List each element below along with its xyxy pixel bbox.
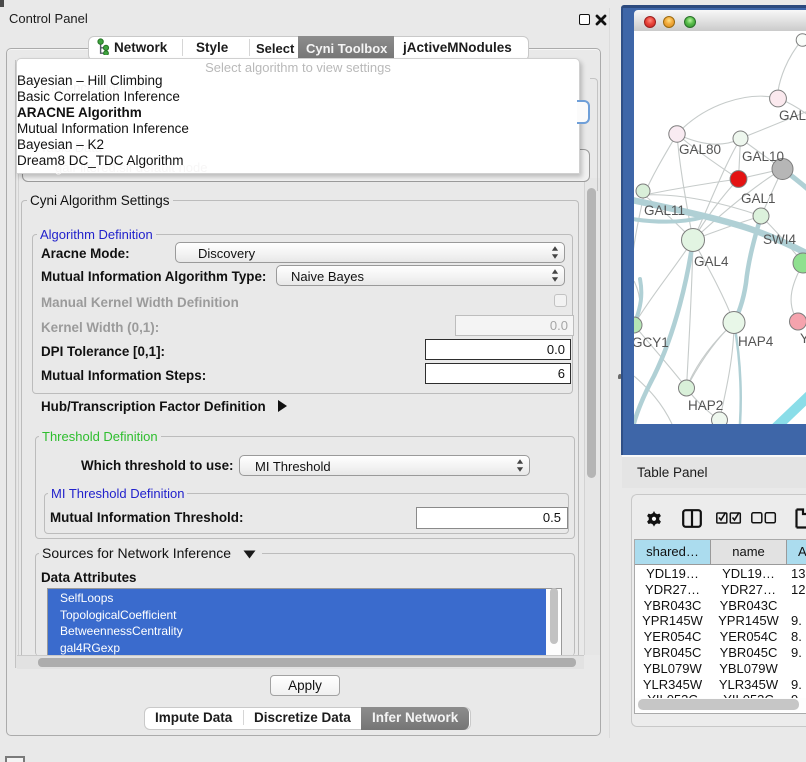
svg-text:HAP4: HAP4 [738,334,774,349]
svg-text:GCY1: GCY1 [634,335,669,350]
svg-text:GAL7: GAL7 [779,108,806,123]
svg-text:GAL10: GAL10 [742,149,784,164]
svg-text:SWI4: SWI4 [763,232,796,247]
svg-text:GAL11: GAL11 [644,203,685,218]
svg-text:GAL4: GAL4 [694,254,729,269]
svg-text:Y: Y [800,331,806,346]
svg-text:HAP2: HAP2 [688,398,723,413]
svg-text:GAL1: GAL1 [741,191,776,206]
svg-text:GAL80: GAL80 [679,142,721,157]
